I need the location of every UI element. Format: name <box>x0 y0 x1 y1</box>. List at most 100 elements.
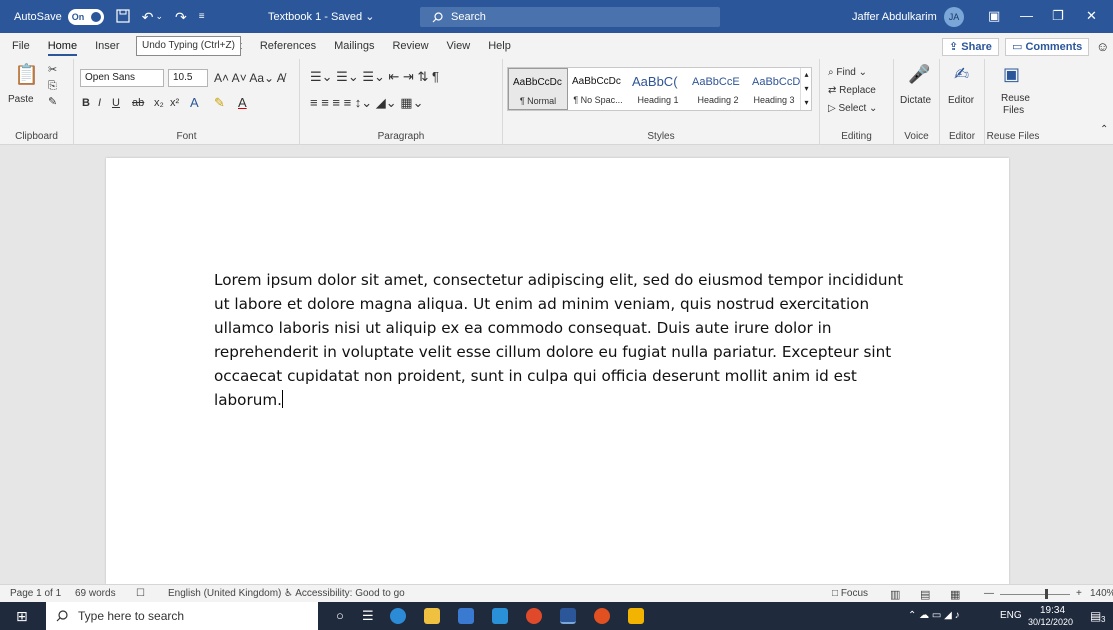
language-status[interactable]: English (United Kingdom) <box>168 588 281 599</box>
sticky-notes-icon[interactable] <box>628 608 644 624</box>
proofing-icon[interactable]: ☐ <box>136 588 145 599</box>
undo-icon[interactable]: ↶ <box>142 10 154 24</box>
reuse-label[interactable]: Reuse <box>1001 93 1030 104</box>
style-no-spacing[interactable]: AaBbCcDc ¶ No Spac... <box>568 68 628 110</box>
comments-button[interactable]: ▭ Comments <box>1005 38 1090 56</box>
format-painter-icon[interactable]: ✎ <box>48 97 57 108</box>
share-button[interactable]: ⇪ Share <box>942 38 999 56</box>
chrome-icon[interactable] <box>526 608 542 624</box>
search-input[interactable]: Search <box>420 7 720 27</box>
reuse-files-icon[interactable]: ▣ <box>1003 65 1020 83</box>
edge-icon[interactable] <box>390 608 406 624</box>
tab-help[interactable]: Help <box>479 33 520 59</box>
subscript-icon[interactable]: x₂ <box>154 97 164 109</box>
cortana-icon[interactable]: ○ <box>336 608 344 623</box>
superscript-icon[interactable]: x² <box>170 97 179 109</box>
mail-icon[interactable] <box>492 608 508 624</box>
document-area: Lorem ipsum dolor sit amet, consectetur … <box>0 146 1113 584</box>
vpn-icon[interactable] <box>594 608 610 624</box>
style-name: Heading 2 <box>697 95 739 105</box>
select-button[interactable]: ▷ Select ⌄ <box>828 103 877 114</box>
customize-toolbar-icon[interactable]: ≡ <box>199 11 205 22</box>
tab-home[interactable]: Home <box>39 33 86 59</box>
undo-dropdown-icon[interactable]: ⌄ <box>155 12 163 21</box>
grow-font-icon[interactable]: A˄ A˅ Aa⌄ A̸ <box>214 71 285 85</box>
style-preview: AaBbCcD <box>752 76 801 88</box>
styles-group-label: Styles <box>647 131 675 142</box>
redo-icon[interactable]: ↷ <box>175 10 187 24</box>
font-name-select[interactable]: Open Sans <box>80 69 164 87</box>
read-mode-icon[interactable]: ▥ <box>890 588 900 601</box>
cut-icon[interactable]: ✂ <box>48 65 57 76</box>
highlight-icon[interactable]: ✎ <box>214 95 225 111</box>
document-title[interactable]: Textbook 1 - Saved ⌄ <box>268 10 374 23</box>
replace-button[interactable]: ⇄ Replace <box>828 85 876 96</box>
save-icon[interactable] <box>116 8 130 25</box>
paste-label[interactable]: Paste <box>8 94 34 105</box>
collapse-ribbon-icon[interactable]: ⌃ <box>1100 125 1108 135</box>
editor-label[interactable]: Editor <box>948 95 974 106</box>
restore-icon[interactable]: ❐ <box>1052 8 1064 24</box>
focus-button[interactable]: □ Focus <box>832 588 868 599</box>
taskbar-search-input[interactable]: Type here to search <box>46 602 318 630</box>
style-heading-2[interactable]: AaBbCcE Heading 2 <box>688 68 748 110</box>
feedback-icon[interactable]: ☺ <box>1096 39 1109 54</box>
windows-start-icon[interactable]: ⊞ <box>16 608 28 625</box>
voice-group-label: Voice <box>904 131 929 142</box>
zoom-out-icon[interactable]: — <box>984 588 994 599</box>
document-body[interactable]: Lorem ipsum dolor sit amet, consectetur … <box>214 268 904 412</box>
tab-mailings[interactable]: Mailings <box>325 33 383 59</box>
italic-icon[interactable]: I <box>98 97 101 109</box>
tab-view[interactable]: View <box>438 33 480 59</box>
ribbon-display-icon[interactable]: ▣ <box>988 8 1000 24</box>
task-view-icon[interactable]: ☰ <box>362 608 374 624</box>
dictate-label[interactable]: Dictate <box>900 95 931 106</box>
bullets-icon[interactable]: ☰⌄ ☰⌄ ☰⌄ ⇤ ⇥ ⇅ ¶ <box>310 69 439 85</box>
files-label[interactable]: Files <box>1003 105 1024 116</box>
accessibility-status[interactable]: ♿ Accessibility: Good to go <box>284 588 405 599</box>
align-icon[interactable]: ≡ ≡ ≡ ≡ ↕⌄ ◢⌄ ▦⌄ <box>310 95 423 111</box>
print-layout-icon[interactable]: ▤ <box>920 588 930 601</box>
avatar[interactable]: JA <box>944 7 964 27</box>
tab-references[interactable]: References <box>251 33 325 59</box>
font-color-icon[interactable]: A <box>238 95 247 110</box>
paste-icon[interactable]: 📋 <box>14 65 39 85</box>
notifications-icon[interactable]: ▤ <box>1090 609 1101 623</box>
style-normal[interactable]: AaBbCcDc ¶ Normal <box>508 68 568 110</box>
word-count[interactable]: 69 words <box>75 588 116 599</box>
zoom-slider-thumb[interactable] <box>1045 589 1048 599</box>
microphone-icon[interactable]: 🎤 <box>908 65 930 83</box>
zoom-level[interactable]: 140% <box>1090 588 1113 599</box>
tab-file[interactable]: File <box>0 33 39 59</box>
clock-date[interactable]: 30/12/2020 <box>1028 617 1073 627</box>
document-page[interactable]: Lorem ipsum dolor sit amet, consectetur … <box>106 158 1009 584</box>
text-effects-icon[interactable]: A <box>190 95 199 110</box>
tab-review[interactable]: Review <box>383 33 437 59</box>
zoom-in-icon[interactable]: + <box>1076 588 1082 599</box>
web-layout-icon[interactable]: ▦ <box>950 588 960 601</box>
minimize-icon[interactable]: — <box>1020 8 1033 23</box>
find-button[interactable]: ⌕ Find ⌄ <box>828 67 867 78</box>
system-tray-icons[interactable]: ⌃ ☁ ▭ ◢ ♪ <box>908 610 960 621</box>
underline-icon[interactable]: U <box>112 97 120 109</box>
zoom-slider[interactable] <box>1000 594 1070 595</box>
font-size-select[interactable]: 10.5 <box>168 69 208 87</box>
style-heading-1[interactable]: AaBbC( Heading 1 <box>628 68 688 110</box>
user-name[interactable]: Jaffer Abdulkarim <box>852 11 937 23</box>
word-icon[interactable] <box>560 608 576 624</box>
file-explorer-icon[interactable] <box>424 608 440 624</box>
input-language[interactable]: ENG <box>1000 610 1022 621</box>
store-icon[interactable] <box>458 608 474 624</box>
tab-insert[interactable]: Inser <box>86 33 128 59</box>
style-heading-3[interactable]: AaBbCcD Heading 3 <box>748 68 800 110</box>
styles-scroll[interactable]: ▴ ▾ ▾ <box>800 68 812 110</box>
copy-icon[interactable]: ⎘ <box>48 81 57 92</box>
autosave-toggle[interactable]: On <box>67 8 104 25</box>
close-icon[interactable]: ✕ <box>1086 8 1097 24</box>
bold-icon[interactable]: B <box>82 97 90 109</box>
clock-time[interactable]: 19:34 <box>1040 605 1065 616</box>
style-name: Heading 3 <box>753 95 795 105</box>
page-count[interactable]: Page 1 of 1 <box>10 588 61 599</box>
strikethrough-icon[interactable]: ab <box>132 97 144 109</box>
editor-pen-icon[interactable]: ✍ <box>954 65 969 83</box>
